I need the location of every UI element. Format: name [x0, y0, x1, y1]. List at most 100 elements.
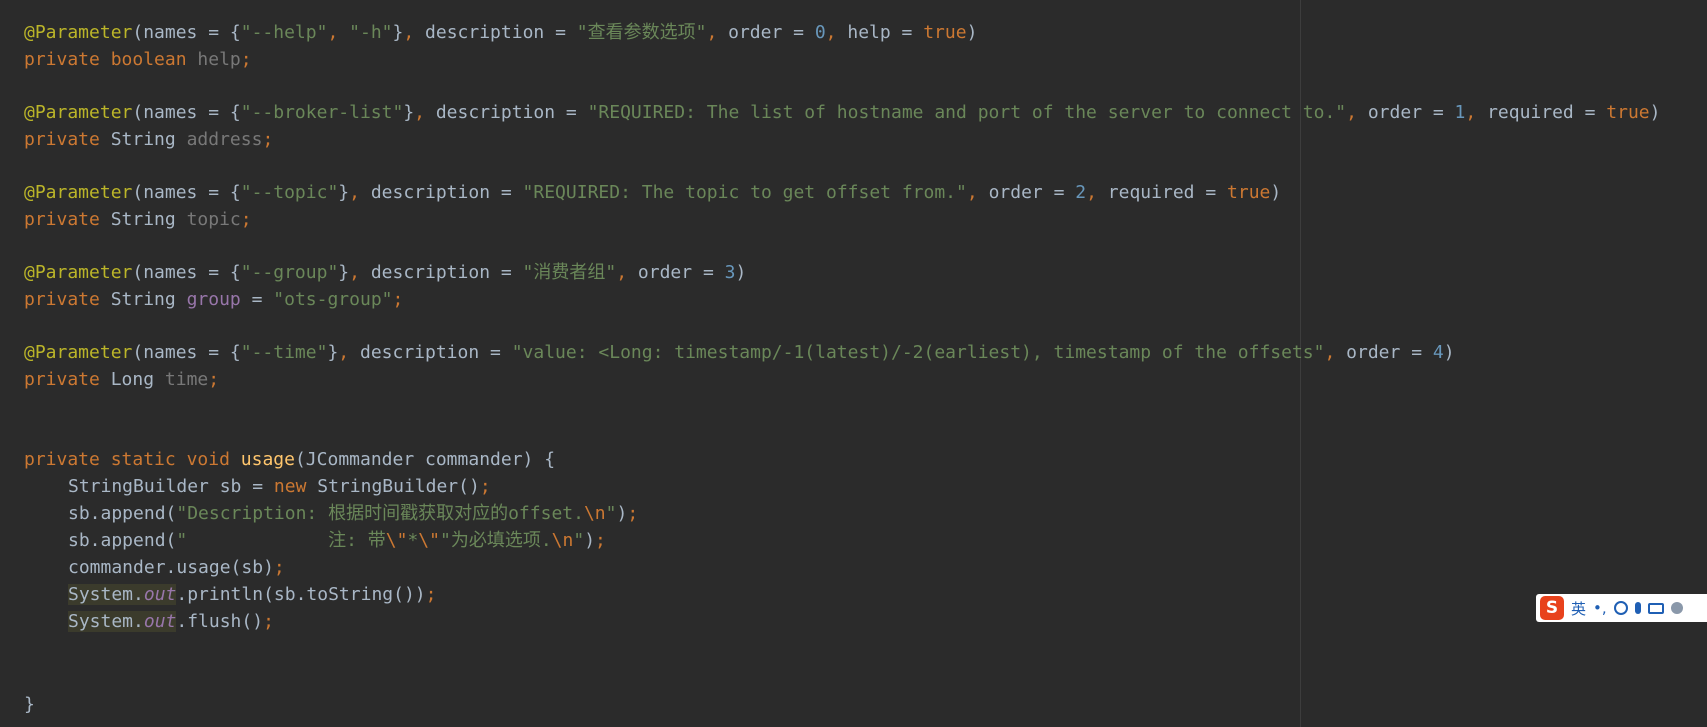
code-line-5: @Parameter(names = {"--topic"}, descript… [24, 178, 1281, 207]
code-line-4: private String address; [24, 125, 273, 154]
keyword: private [24, 289, 100, 310]
code-token: StringBuilder sb = [68, 476, 274, 497]
keyword: void [186, 449, 230, 470]
code-token: (JCommander commander) { [294, 449, 556, 470]
keyword: true [923, 22, 967, 43]
code-token: ) [966, 22, 978, 43]
type-name: String [110, 129, 176, 150]
method-name: usage [240, 449, 295, 470]
string-literal: " [573, 530, 585, 551]
code-token: = [240, 289, 274, 310]
code-token: commander.usage(sb) [68, 557, 274, 578]
code-token: ) [584, 530, 596, 551]
comma: , [414, 102, 436, 123]
code-line-3: @Parameter(names = {"--broker-list"}, de… [24, 98, 1661, 127]
emoji-icon[interactable] [1613, 601, 1628, 615]
code-token: ) [1649, 102, 1661, 123]
escape-sequence: \n [551, 530, 574, 551]
code-token: (names = { [132, 22, 241, 43]
string-literal: "REQUIRED: The list of hostname and port… [587, 102, 1347, 123]
string-literal: "-h" [349, 22, 393, 43]
string-literal: "为必填选项. [439, 530, 552, 551]
code-line-7: @Parameter(names = {"--group"}, descript… [24, 258, 746, 287]
string-literal: "--broker-list" [240, 102, 404, 123]
type-name: String [110, 289, 176, 310]
code-token: description = [370, 182, 523, 203]
comma: , [706, 22, 729, 43]
code-token: .flush() [176, 611, 264, 632]
semicolon: ; [208, 369, 220, 390]
code-token: StringBuilder() [306, 476, 480, 497]
annotation: @Parameter [24, 22, 133, 43]
escape-sequence: \" [418, 530, 440, 551]
ime-logo-icon[interactable]: S [1540, 596, 1564, 620]
keyboard-icon[interactable] [1647, 602, 1664, 614]
annotation: @Parameter [24, 102, 133, 123]
highlighted-usage: System.out [68, 584, 177, 605]
code-token: order = [728, 22, 815, 43]
string-literal: " [605, 503, 617, 524]
code-token: help = [847, 22, 924, 43]
string-literal: " 注: 带 [176, 530, 386, 551]
annotation: @Parameter [24, 182, 133, 203]
code-token: order = [1346, 342, 1433, 363]
string-literal: "消费者组" [522, 262, 617, 283]
escape-sequence: \n [583, 503, 606, 524]
code-line-1: @Parameter(names = {"--help", "-h"}, des… [24, 18, 977, 47]
comma: , [349, 182, 371, 203]
comma: , [338, 342, 360, 363]
semicolon: ; [273, 557, 285, 578]
number-literal: 4 [1432, 342, 1444, 363]
field-name: time [164, 369, 209, 390]
static-field: out [143, 611, 177, 632]
code-token: order = [1367, 102, 1455, 123]
highlighted-usage: System.out [68, 611, 177, 632]
field-name: topic [186, 209, 241, 230]
keyword: new [273, 476, 307, 497]
code-token: (names = { [132, 102, 241, 123]
ime-language-toggle[interactable]: 英 [1571, 598, 1586, 619]
user-icon[interactable] [1670, 602, 1683, 614]
keyword: private [24, 49, 100, 70]
keyword: private [24, 369, 100, 390]
keyword: static [110, 449, 176, 470]
code-token: (names = { [132, 262, 241, 283]
code-token: description = [359, 342, 512, 363]
field-name: address [186, 129, 263, 150]
ime-toolbar[interactable]: S 英 •, [1536, 594, 1707, 622]
comma: , [825, 22, 848, 43]
number-literal: 3 [724, 262, 736, 283]
code-token: (names = { [132, 182, 241, 203]
code-token: sb.append( [68, 530, 177, 551]
code-line-18: } [24, 690, 35, 719]
ime-punctuation-toggle[interactable]: •, [1593, 599, 1607, 617]
code-token: } [327, 342, 339, 363]
code-line-13: sb.append("Description: 根据时间戳获取对应的offset… [24, 499, 638, 528]
semicolon: ; [479, 476, 491, 497]
code-editor[interactable]: @Parameter(names = {"--help", "-h"}, des… [0, 0, 1707, 727]
string-literal: "--topic" [240, 182, 339, 203]
string-literal: "--time" [240, 342, 328, 363]
semicolon: ; [595, 530, 606, 551]
comma: , [1465, 102, 1488, 123]
annotation: @Parameter [24, 262, 133, 283]
number-literal: 1 [1454, 102, 1466, 123]
field-name: group [186, 289, 241, 310]
code-token: ) [616, 503, 628, 524]
field-name: help [197, 49, 241, 70]
type-name: String [110, 209, 176, 230]
semicolon: ; [627, 503, 639, 524]
code-token: description = [370, 262, 523, 283]
keyword: private [24, 129, 100, 150]
code-token: description = [435, 102, 588, 123]
code-token: System. [68, 611, 144, 632]
string-literal: "ots-group" [273, 289, 393, 310]
string-literal: "REQUIRED: The topic to get offset from.… [522, 182, 967, 203]
code-token: } [403, 102, 415, 123]
semicolon: ; [392, 289, 404, 310]
string-literal: "Description: 根据时间戳获取对应的offset. [176, 503, 584, 524]
comma: , [1346, 102, 1368, 123]
code-line-9: @Parameter(names = {"--time"}, descripti… [24, 338, 1455, 367]
microphone-icon[interactable] [1634, 602, 1641, 614]
code-line-8: private String group = "ots-group"; [24, 285, 403, 314]
